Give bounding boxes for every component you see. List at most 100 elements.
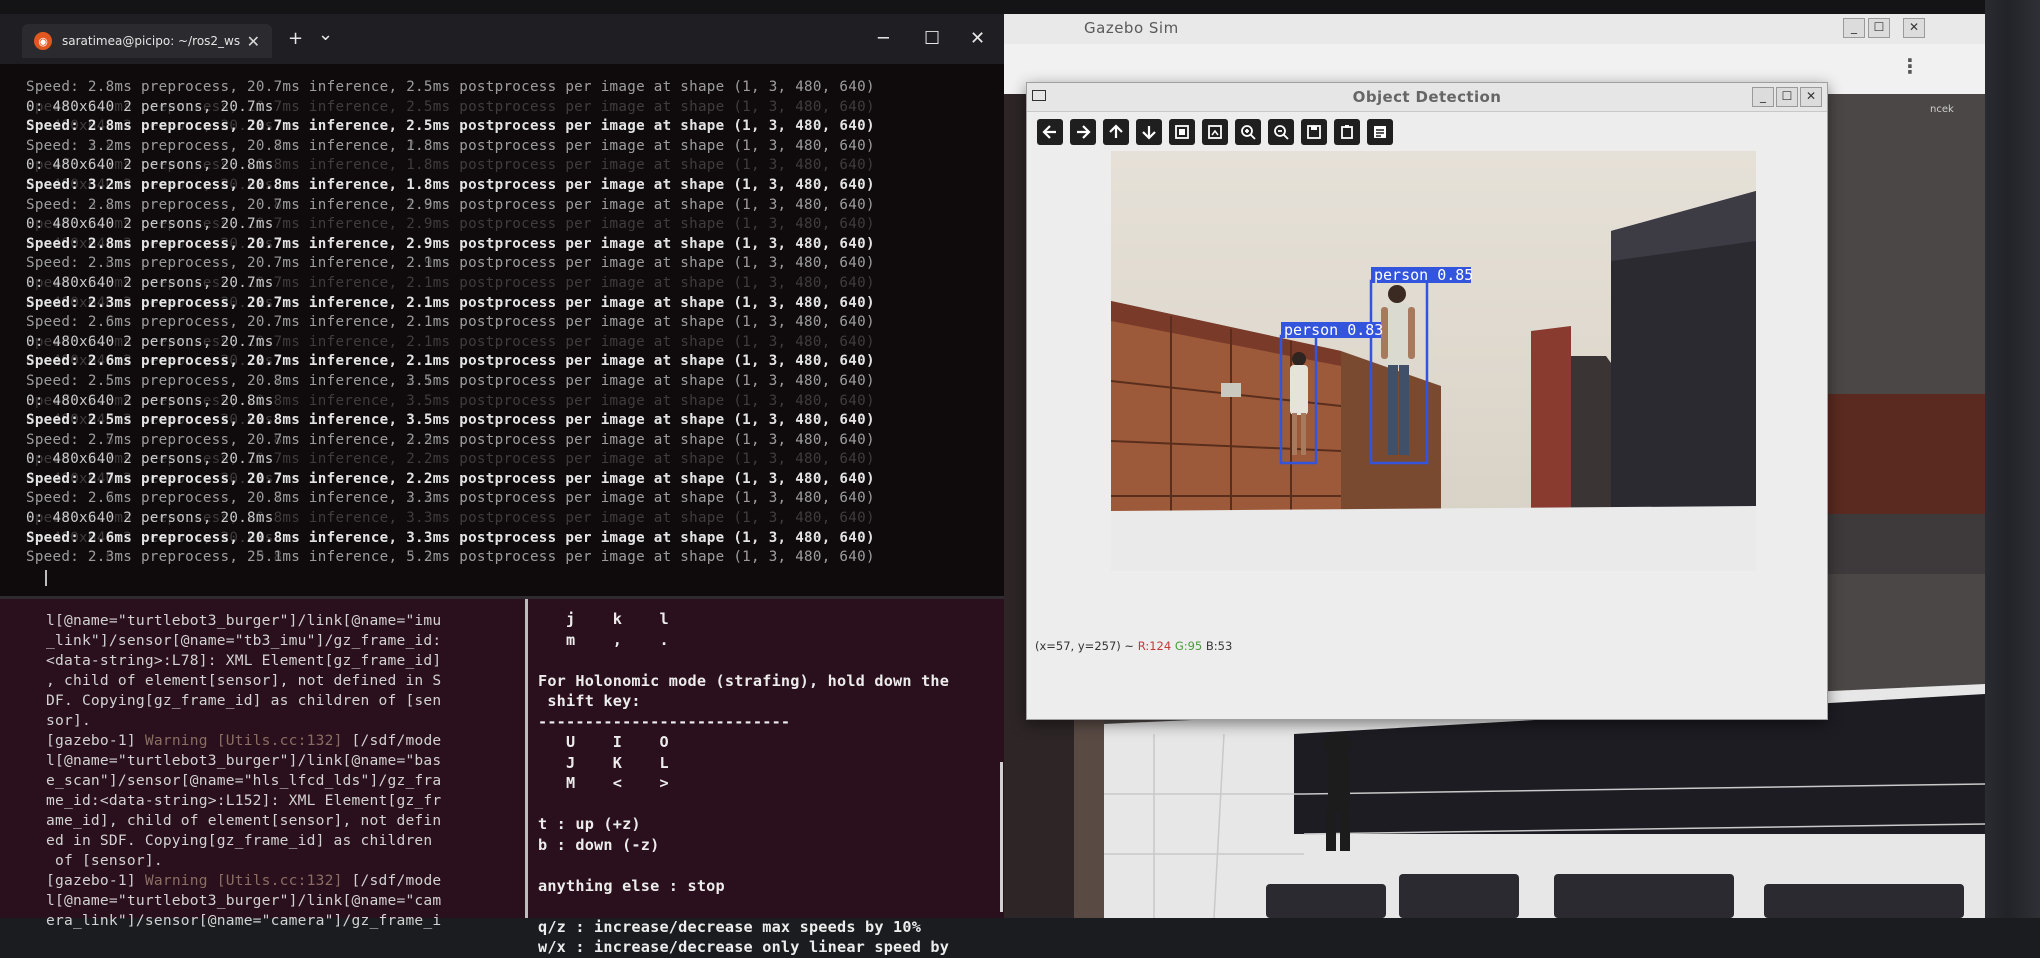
maximize-button[interactable]: ☐ [1868, 18, 1890, 38]
log-line: [gazebo-1] Warning [Utils.cc:132] [/sdf/… [46, 731, 516, 751]
terminal-pane-gazebo-log[interactable]: l[@name="turtlebot3_burger"]/link[@name=… [0, 599, 525, 929]
arrow-left-icon[interactable] [1037, 119, 1063, 145]
log-text: of [sensor]. [46, 852, 163, 869]
output-text: 0: 480x640 2 persons, 20.7ms [26, 333, 274, 350]
terminal-output-lines: Speed: 2.8ms preprocess, 20.7ms inferenc… [26, 78, 1006, 568]
maximize-button[interactable]: ☐ [1776, 87, 1798, 107]
warning-tag: Warning [Utils.cc:132] [144, 732, 343, 749]
terminal-output-line: Speed: 2.8ms preprocess, 20.7ms inferenc… [26, 215, 1006, 235]
zoom-out-icon[interactable] [1268, 119, 1294, 145]
log-text: l[@name="turtlebot3_burger"]/link[@name=… [46, 752, 442, 769]
close-window-button[interactable]: ✕ [1800, 87, 1822, 107]
zoom-to-rect-icon[interactable] [1169, 119, 1195, 145]
save-region-icon[interactable] [1202, 119, 1228, 145]
terminal-output-line: 0: 480x640 2 persons, 20.8ms Speed: 2.5ms… [26, 411, 1006, 431]
terminal-pane-teleop[interactable]: j k l m , . For Holonomic mode (strafing)… [528, 599, 1004, 956]
log-line: of [sensor]. [46, 851, 516, 871]
detection-scene: person 0.85 person 0.83 [1111, 151, 1756, 571]
output-text: Speed: 2.8ms preprocess, 20.7ms inferenc… [26, 235, 875, 252]
teleop-line: j k l [538, 610, 669, 628]
pixel-readout: (x=57, y=257) ~ R:124 G:95 B:53 [1035, 639, 1232, 653]
terminal-output-line: 0: 480x640 2 persons, 20.7ms Speed: 2.3ms… [26, 294, 1006, 314]
terminal-output-line: 0: 480x640 2 persons, 20.7ms Speed: 2.8ms… [26, 235, 1006, 255]
teleop-line: shift key: [538, 692, 641, 710]
log-text: e_scan"]/sensor[@name="hls_lfcd_lds"]/gz… [46, 772, 442, 789]
log-text: me_id:<data-string>:L152]: XML Element[g… [46, 792, 442, 809]
log-text: l[@name="turtlebot3_burger"]/link[@name=… [46, 892, 442, 909]
minimize-button[interactable]: _ [1752, 87, 1774, 107]
log-text: ed in SDF. Copying[gz_frame_id] as child… [46, 832, 433, 849]
screen-bezel-right [1985, 0, 2040, 918]
scrollbar[interactable] [1000, 762, 1003, 912]
terminal-titlebar: ◉ saratimea@picipo: ~/ros2_ws ✕ + ⌄ ─ ☐ … [0, 14, 1004, 64]
output-text: Speed: 2.8ms preprocess, 20.7ms inferenc… [26, 118, 875, 135]
terminal-output-line: Speed: 2.8ms preprocess, 20.7ms inferenc… [26, 137, 1006, 157]
output-text: Speed: 2.7ms preprocess, 20.7ms inferenc… [26, 470, 875, 487]
output-text: 0: 480x640 2 persons, 20.7ms [26, 98, 274, 115]
arrow-right-icon[interactable] [1070, 119, 1096, 145]
log-line: me_id:<data-string>:L152]: XML Element[g… [46, 791, 516, 811]
close-tab-icon[interactable]: ✕ [247, 32, 260, 51]
terminal-output-line: Speed: 2.6ms preprocess, 20.7ms inferenc… [26, 372, 1006, 392]
save-icon[interactable] [1301, 119, 1327, 145]
log-line: <data-string>:L78]: XML Element[gz_frame… [46, 651, 516, 671]
log-text: [gazebo-1] [46, 872, 145, 889]
log-line: sor]. [46, 711, 516, 731]
terminal-tab-title: saratimea@picipo: ~/ros2_ws [62, 34, 241, 48]
teleop-line: m , . [538, 630, 669, 649]
log-text: sor]. [46, 712, 91, 729]
close-window-button[interactable]: ✕ [1903, 18, 1925, 38]
detection-label: person 0.83 [1284, 321, 1383, 339]
terminal-output-pane[interactable]: Speed: 2.8ms preprocess, 20.7ms inferenc… [0, 64, 1006, 626]
output-text: Speed: 2.6ms preprocess, 20.7ms inferenc… [26, 314, 875, 331]
log-line: l[@name="turtlebot3_burger"]/link[@name=… [46, 751, 516, 771]
object-detection-titlebar: Object Detection _ ☐ ✕ [1027, 83, 1827, 112]
warning-tag: Warning [Utils.cc:132] [144, 872, 343, 889]
cursor-coordinates: (x=57, y=257) ~ [1035, 639, 1135, 653]
detection-image[interactable]: person 0.85 person 0.83 [1111, 151, 1756, 571]
menu-dots-icon[interactable]: ⋮ [1900, 54, 1920, 78]
output-text: Speed: 2.3ms preprocess, 25.1ms inferenc… [26, 549, 875, 566]
object-detection-window: Object Detection _ ☐ ✕ person 0.85 perso… [1026, 82, 1828, 720]
arrow-down-icon[interactable] [1136, 119, 1162, 145]
screen-bezel-top [0, 0, 2040, 14]
log-text: [/sdf/mode [342, 872, 442, 889]
properties-icon[interactable] [1367, 119, 1393, 145]
output-text: 0: 480x640 2 persons, 20.7ms [26, 451, 274, 468]
terminal-output-line: 0: 480x640 2 persons, 20.7ms Speed: 2.7ms… [26, 470, 1006, 490]
output-text: Speed: 2.6ms preprocess, 20.8ms inferenc… [26, 490, 875, 507]
maximize-button[interactable]: ☐ [924, 28, 940, 49]
arrow-up-icon[interactable] [1103, 119, 1129, 145]
terminal-output-line: Speed: 2.5ms preprocess, 20.8ms inferenc… [26, 392, 1006, 412]
terminal-output-line: Speed: 2.8ms preprocess, 20.7ms inferenc… [26, 78, 1006, 98]
log-line: [gazebo-1] Warning [Utils.cc:132] [/sdf/… [46, 871, 516, 891]
terminal-window: ◉ saratimea@picipo: ~/ros2_ws ✕ + ⌄ ─ ☐ … [0, 14, 1006, 956]
copy-icon[interactable] [1334, 119, 1360, 145]
terminal-output-line: Speed: 2.6ms preprocess, 20.8ms inferenc… [26, 509, 1006, 529]
log-line: _link"]/sensor[@name="tb3_imu"]/gz_frame… [46, 631, 516, 651]
detection-label: person 0.85 [1374, 266, 1473, 284]
new-tab-button[interactable]: + [288, 28, 303, 49]
log-line: era_link"]/sensor[@name="camera"]/gz_fra… [46, 911, 516, 931]
minimize-button[interactable]: _ [1843, 18, 1865, 38]
teleop-line: anything else : stop [538, 876, 725, 895]
output-text: Speed: 3.2ms preprocess, 20.8ms inferenc… [26, 176, 875, 193]
gazebo-title: Gazebo Sim [1084, 19, 1179, 37]
output-text: Speed: 2.7ms preprocess, 20.7ms inferenc… [26, 431, 875, 448]
log-text: <data-string>:L78]: XML Element[gz_frame… [46, 652, 442, 669]
teleop-line: M < > [538, 774, 669, 792]
zoom-in-icon[interactable] [1235, 119, 1261, 145]
terminal-output-line: Speed: 2.8ms preprocess, 20.7ms inferenc… [26, 98, 1006, 118]
teleop-line: J K L [538, 753, 669, 772]
close-window-button[interactable]: ✕ [970, 28, 985, 49]
gazebo-log-lines: l[@name="turtlebot3_burger"]/link[@name=… [46, 611, 516, 931]
teleop-line: q/z : increase/decrease max speeds by 10… [538, 917, 922, 936]
terminal-output-line: 0: 480x640 2 persons, 20.7ms Speed: 2.6ms… [26, 352, 1006, 372]
terminal-tab[interactable]: ◉ saratimea@picipo: ~/ros2_ws ✕ [22, 24, 272, 58]
minimize-button[interactable]: ─ [878, 28, 889, 49]
teleop-line [538, 855, 998, 876]
image-toolbar [1037, 119, 1393, 149]
output-text: 0: 480x640 2 persons, 20.7ms [26, 216, 274, 233]
terminal-output-line: Speed: 2.7ms preprocess, 20.7ms inferenc… [26, 450, 1006, 470]
tab-dropdown-icon[interactable]: ⌄ [318, 24, 333, 45]
